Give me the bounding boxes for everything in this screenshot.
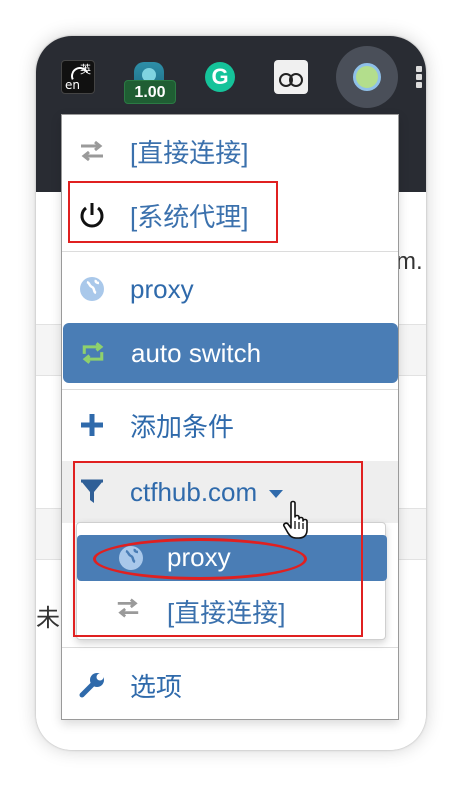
speed-badge: 1.00 xyxy=(124,80,176,104)
menu-item-label: proxy xyxy=(130,273,194,304)
switchyomega-extension-button[interactable] xyxy=(336,46,398,108)
cycle-arrows-icon xyxy=(79,339,107,367)
plus-icon xyxy=(78,411,106,439)
hand-cursor-icon xyxy=(282,500,312,540)
annotation-box-system-proxy xyxy=(68,181,278,243)
menu-item-label: 选项 xyxy=(130,671,183,702)
more-extensions-icon[interactable] xyxy=(416,66,422,88)
menu-item-label: 添加条件 xyxy=(130,411,235,442)
grammarly-letter: G xyxy=(205,62,235,92)
switchyomega-status-icon xyxy=(353,63,381,91)
annotation-ellipse-proxy xyxy=(93,538,307,580)
menu-item-label: auto switch xyxy=(131,337,262,368)
menu-item-label: [直接连接] xyxy=(130,137,249,168)
glasses-extension-icon[interactable] xyxy=(274,60,308,94)
menu-item-direct[interactable]: [直接连接] xyxy=(62,119,398,183)
menu-divider xyxy=(62,647,398,648)
browser-toolbar: 英 en 1.00 G xyxy=(36,36,426,116)
menu-divider xyxy=(62,389,398,390)
menu-item-proxy[interactable]: proxy xyxy=(62,257,398,321)
page-text-fragment: 未 xyxy=(36,605,60,632)
menu-item-add-condition[interactable]: 添加条件 xyxy=(62,393,398,457)
ime-extension-icon[interactable]: 英 en xyxy=(61,60,95,94)
menu-divider xyxy=(62,251,398,252)
menu-item-options[interactable]: 选项 xyxy=(62,653,398,717)
ime-bottom-label: en xyxy=(65,78,80,92)
grammarly-extension-icon[interactable]: G xyxy=(203,60,237,94)
globe-icon xyxy=(78,275,106,303)
swap-arrows-icon xyxy=(78,137,106,165)
menu-item-auto-switch[interactable]: auto switch xyxy=(63,323,398,383)
page-text-fragment: m. xyxy=(396,248,423,275)
wrench-icon xyxy=(78,671,106,699)
